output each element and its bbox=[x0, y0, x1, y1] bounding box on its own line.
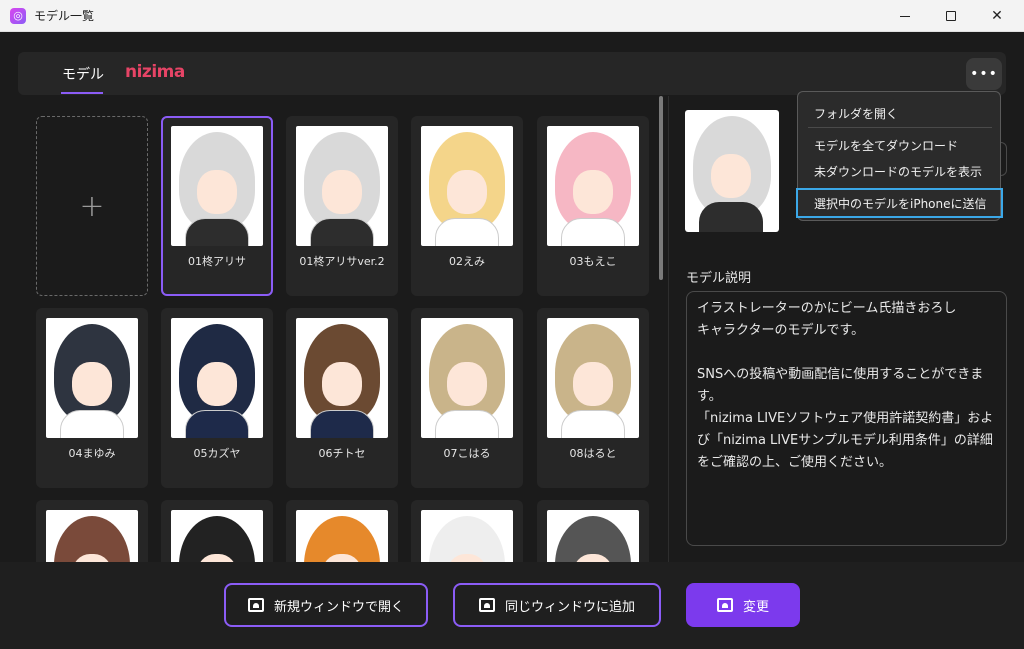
model-card[interactable]: 02えみ bbox=[411, 116, 523, 296]
model-card[interactable] bbox=[161, 500, 273, 562]
open-new-window-label: 新規ウィンドウで開く bbox=[273, 599, 404, 615]
avatar-face bbox=[573, 170, 613, 214]
header-bar: モデル nizima ••• bbox=[18, 52, 1006, 95]
swap-icon bbox=[716, 598, 733, 612]
model-thumbnail bbox=[296, 126, 388, 246]
model-thumbnail bbox=[46, 510, 138, 562]
model-card[interactable]: 07こはる bbox=[411, 308, 523, 488]
model-name-label: 02えみ bbox=[449, 255, 485, 268]
avatar-face bbox=[322, 170, 362, 214]
model-thumbnail bbox=[547, 318, 639, 438]
model-card[interactable]: 05カズヤ bbox=[161, 308, 273, 488]
menu-item-send-to-iphone[interactable]: 選択中のモデルをiPhoneに送信 bbox=[814, 195, 987, 212]
model-thumbnail bbox=[46, 318, 138, 438]
footer-bar: 新規ウィンドウで開く 同じウィンドウに追加 変更 bbox=[0, 562, 1024, 649]
more-options-button[interactable]: ••• bbox=[966, 58, 1002, 90]
model-card[interactable] bbox=[537, 500, 649, 562]
add-same-window-button[interactable]: 同じウィンドウに追加 bbox=[453, 583, 661, 627]
model-thumbnail bbox=[421, 126, 513, 246]
app-icon: ◎ bbox=[10, 7, 26, 24]
add-model-button[interactable]: + bbox=[36, 116, 148, 296]
model-card[interactable] bbox=[36, 500, 148, 562]
model-name-label: 06チトセ bbox=[318, 447, 366, 460]
avatar-body bbox=[310, 218, 374, 246]
model-thumbnail bbox=[421, 318, 513, 438]
avatar-face bbox=[573, 362, 613, 406]
add-window-icon bbox=[478, 598, 495, 612]
close-icon: ✕ bbox=[991, 8, 1003, 24]
minimize-icon bbox=[900, 15, 910, 17]
active-tab-indicator bbox=[61, 92, 103, 94]
description-title: モデル説明 bbox=[686, 271, 752, 286]
model-card[interactable] bbox=[286, 500, 398, 562]
model-thumbnail bbox=[547, 510, 639, 562]
avatar-body bbox=[699, 202, 763, 232]
change-label: 変更 bbox=[742, 599, 769, 615]
menu-item-open-folder[interactable]: フォルダを開く bbox=[814, 105, 898, 122]
model-name-label: 07こはる bbox=[443, 447, 491, 460]
avatar-body bbox=[310, 410, 374, 438]
avatar-face bbox=[447, 362, 487, 406]
window-title: モデル一覧 bbox=[34, 9, 95, 23]
avatar-body bbox=[435, 410, 499, 438]
selected-model-preview bbox=[685, 110, 779, 232]
model-thumbnail bbox=[421, 510, 513, 562]
model-card[interactable]: 03もえこ bbox=[537, 116, 649, 296]
model-card[interactable] bbox=[411, 500, 523, 562]
avatar-face bbox=[447, 170, 487, 214]
menu-item-download-all[interactable]: モデルを全てダウンロード bbox=[814, 137, 958, 154]
model-name-label: 05カズヤ bbox=[193, 447, 241, 460]
avatar-face bbox=[197, 362, 237, 406]
avatar-face bbox=[711, 154, 751, 198]
model-thumbnail bbox=[171, 318, 263, 438]
maximize-button[interactable] bbox=[928, 0, 974, 32]
open-new-window-button[interactable]: 新規ウィンドウで開く bbox=[224, 583, 428, 627]
tab-nizima[interactable]: nizima bbox=[125, 62, 185, 82]
model-thumbnail bbox=[547, 126, 639, 246]
avatar-face bbox=[72, 362, 112, 406]
model-name-label: 04まゆみ bbox=[68, 447, 116, 460]
add-same-window-label: 同じウィンドウに追加 bbox=[504, 599, 635, 615]
grid-scrollbar[interactable] bbox=[659, 96, 663, 280]
menu-item-show-undownloaded[interactable]: 未ダウンロードのモデルを表示 bbox=[814, 163, 982, 180]
tab-model[interactable]: モデル bbox=[62, 64, 104, 84]
model-thumbnail bbox=[296, 510, 388, 562]
change-button[interactable]: 変更 bbox=[686, 583, 800, 627]
model-name-label: 01柊アリサver.2 bbox=[299, 255, 385, 268]
model-card[interactable]: 01柊アリサ bbox=[161, 116, 273, 296]
window-icon bbox=[247, 598, 264, 612]
model-name-label: 03もえこ bbox=[569, 255, 617, 268]
model-name-label: 08はると bbox=[569, 447, 617, 460]
avatar-body bbox=[561, 218, 625, 246]
minimize-button[interactable] bbox=[882, 0, 928, 32]
avatar-face bbox=[197, 170, 237, 214]
avatar-face bbox=[322, 362, 362, 406]
model-name-label: 01柊アリサ bbox=[188, 255, 246, 268]
model-thumbnail bbox=[171, 126, 263, 246]
avatar-body bbox=[185, 410, 249, 438]
model-thumbnail bbox=[171, 510, 263, 562]
menu-separator bbox=[808, 127, 992, 128]
model-card[interactable]: 01柊アリサver.2 bbox=[286, 116, 398, 296]
more-options-menu: フォルダを開く モデルを全てダウンロード 未ダウンロードのモデルを表示 選択中の… bbox=[796, 91, 1003, 221]
model-card[interactable]: 08はると bbox=[537, 308, 649, 488]
avatar-body bbox=[185, 218, 249, 246]
title-bar: ◎ モデル一覧 ✕ bbox=[0, 0, 1024, 32]
close-button[interactable]: ✕ bbox=[974, 0, 1020, 32]
model-grid: + 01柊アリサ 01柊アリサver.2 02えみ 03もえこ 04まゆみ 05カズヤ 06… bbox=[18, 96, 656, 562]
avatar-body bbox=[60, 410, 124, 438]
description-text: イラストレーターのかにビーム氏描きおろし キャラクターのモデルです。 SNSへの… bbox=[686, 291, 1007, 546]
model-card[interactable]: 04まゆみ bbox=[36, 308, 148, 488]
avatar-body bbox=[435, 218, 499, 246]
maximize-icon bbox=[946, 11, 956, 21]
model-card[interactable]: 06チトセ bbox=[286, 308, 398, 488]
avatar-body bbox=[561, 410, 625, 438]
model-thumbnail bbox=[296, 318, 388, 438]
